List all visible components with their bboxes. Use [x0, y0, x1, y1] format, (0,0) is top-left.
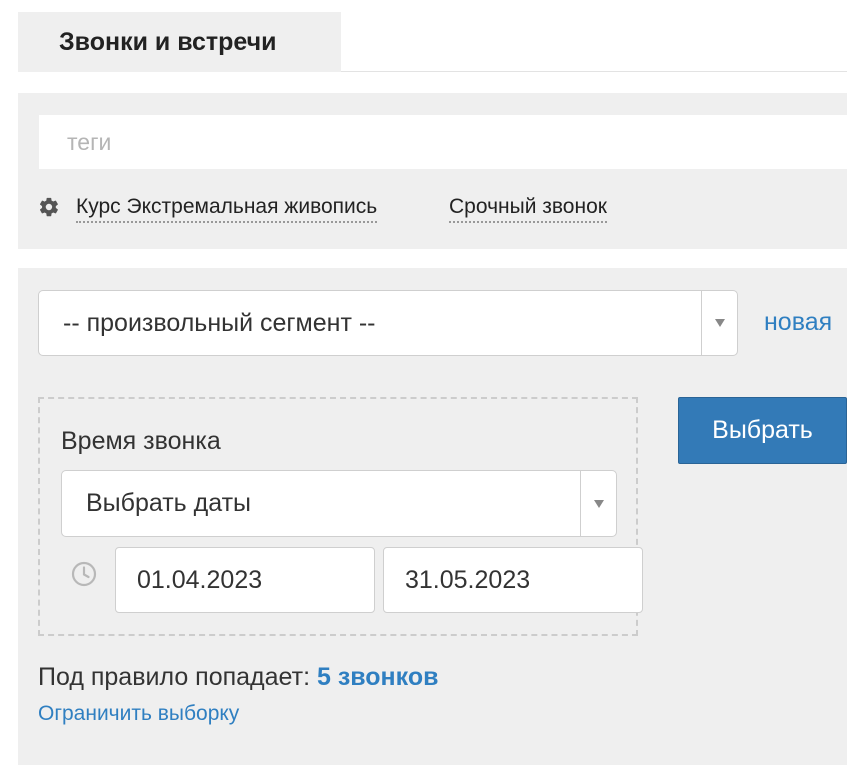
- tag-urgent-call[interactable]: Срочный звонок: [449, 195, 607, 223]
- match-prefix: Под правило попадает:: [38, 663, 311, 691]
- period-select-arrow[interactable]: [580, 471, 616, 536]
- date-to-input[interactable]: [383, 547, 643, 613]
- rule-panel: -- произвольный сегмент -- новая Время з…: [18, 268, 847, 765]
- tags-input[interactable]: [39, 115, 847, 169]
- limit-selection-link[interactable]: Ограничить выборку: [38, 702, 239, 726]
- clock-icon: [71, 561, 97, 587]
- date-from-input[interactable]: [115, 547, 375, 613]
- tab-bar: Звонки и встречи: [18, 12, 847, 72]
- segment-select-arrow[interactable]: [701, 291, 737, 355]
- period-select[interactable]: Выбрать даты: [61, 470, 617, 537]
- tab-calls-and-meetings[interactable]: Звонки и встречи: [18, 12, 341, 72]
- triangle-down-icon: [593, 499, 604, 508]
- tab-label: Звонки и встречи: [59, 28, 277, 56]
- match-count-link[interactable]: 5 звонков: [317, 663, 439, 691]
- tags-panel: Курс Экстремальная живопись Срочный звон…: [18, 93, 847, 249]
- choose-button[interactable]: Выбрать: [678, 397, 847, 464]
- match-summary: Под правило попадает: 5 звонков: [38, 663, 438, 692]
- segment-select[interactable]: -- произвольный сегмент --: [38, 290, 738, 356]
- condition-label: Время звонка: [61, 427, 221, 455]
- new-segment-link[interactable]: новая: [764, 308, 832, 337]
- segment-select-value: -- произвольный сегмент --: [63, 309, 376, 337]
- triangle-down-icon: [714, 319, 725, 327]
- gear-icon[interactable]: [38, 196, 60, 218]
- condition-box: Время звонка Выбрать даты: [38, 397, 643, 636]
- period-select-value: Выбрать даты: [86, 489, 252, 517]
- tag-course-extreme-painting[interactable]: Курс Экстремальная живопись: [76, 195, 378, 223]
